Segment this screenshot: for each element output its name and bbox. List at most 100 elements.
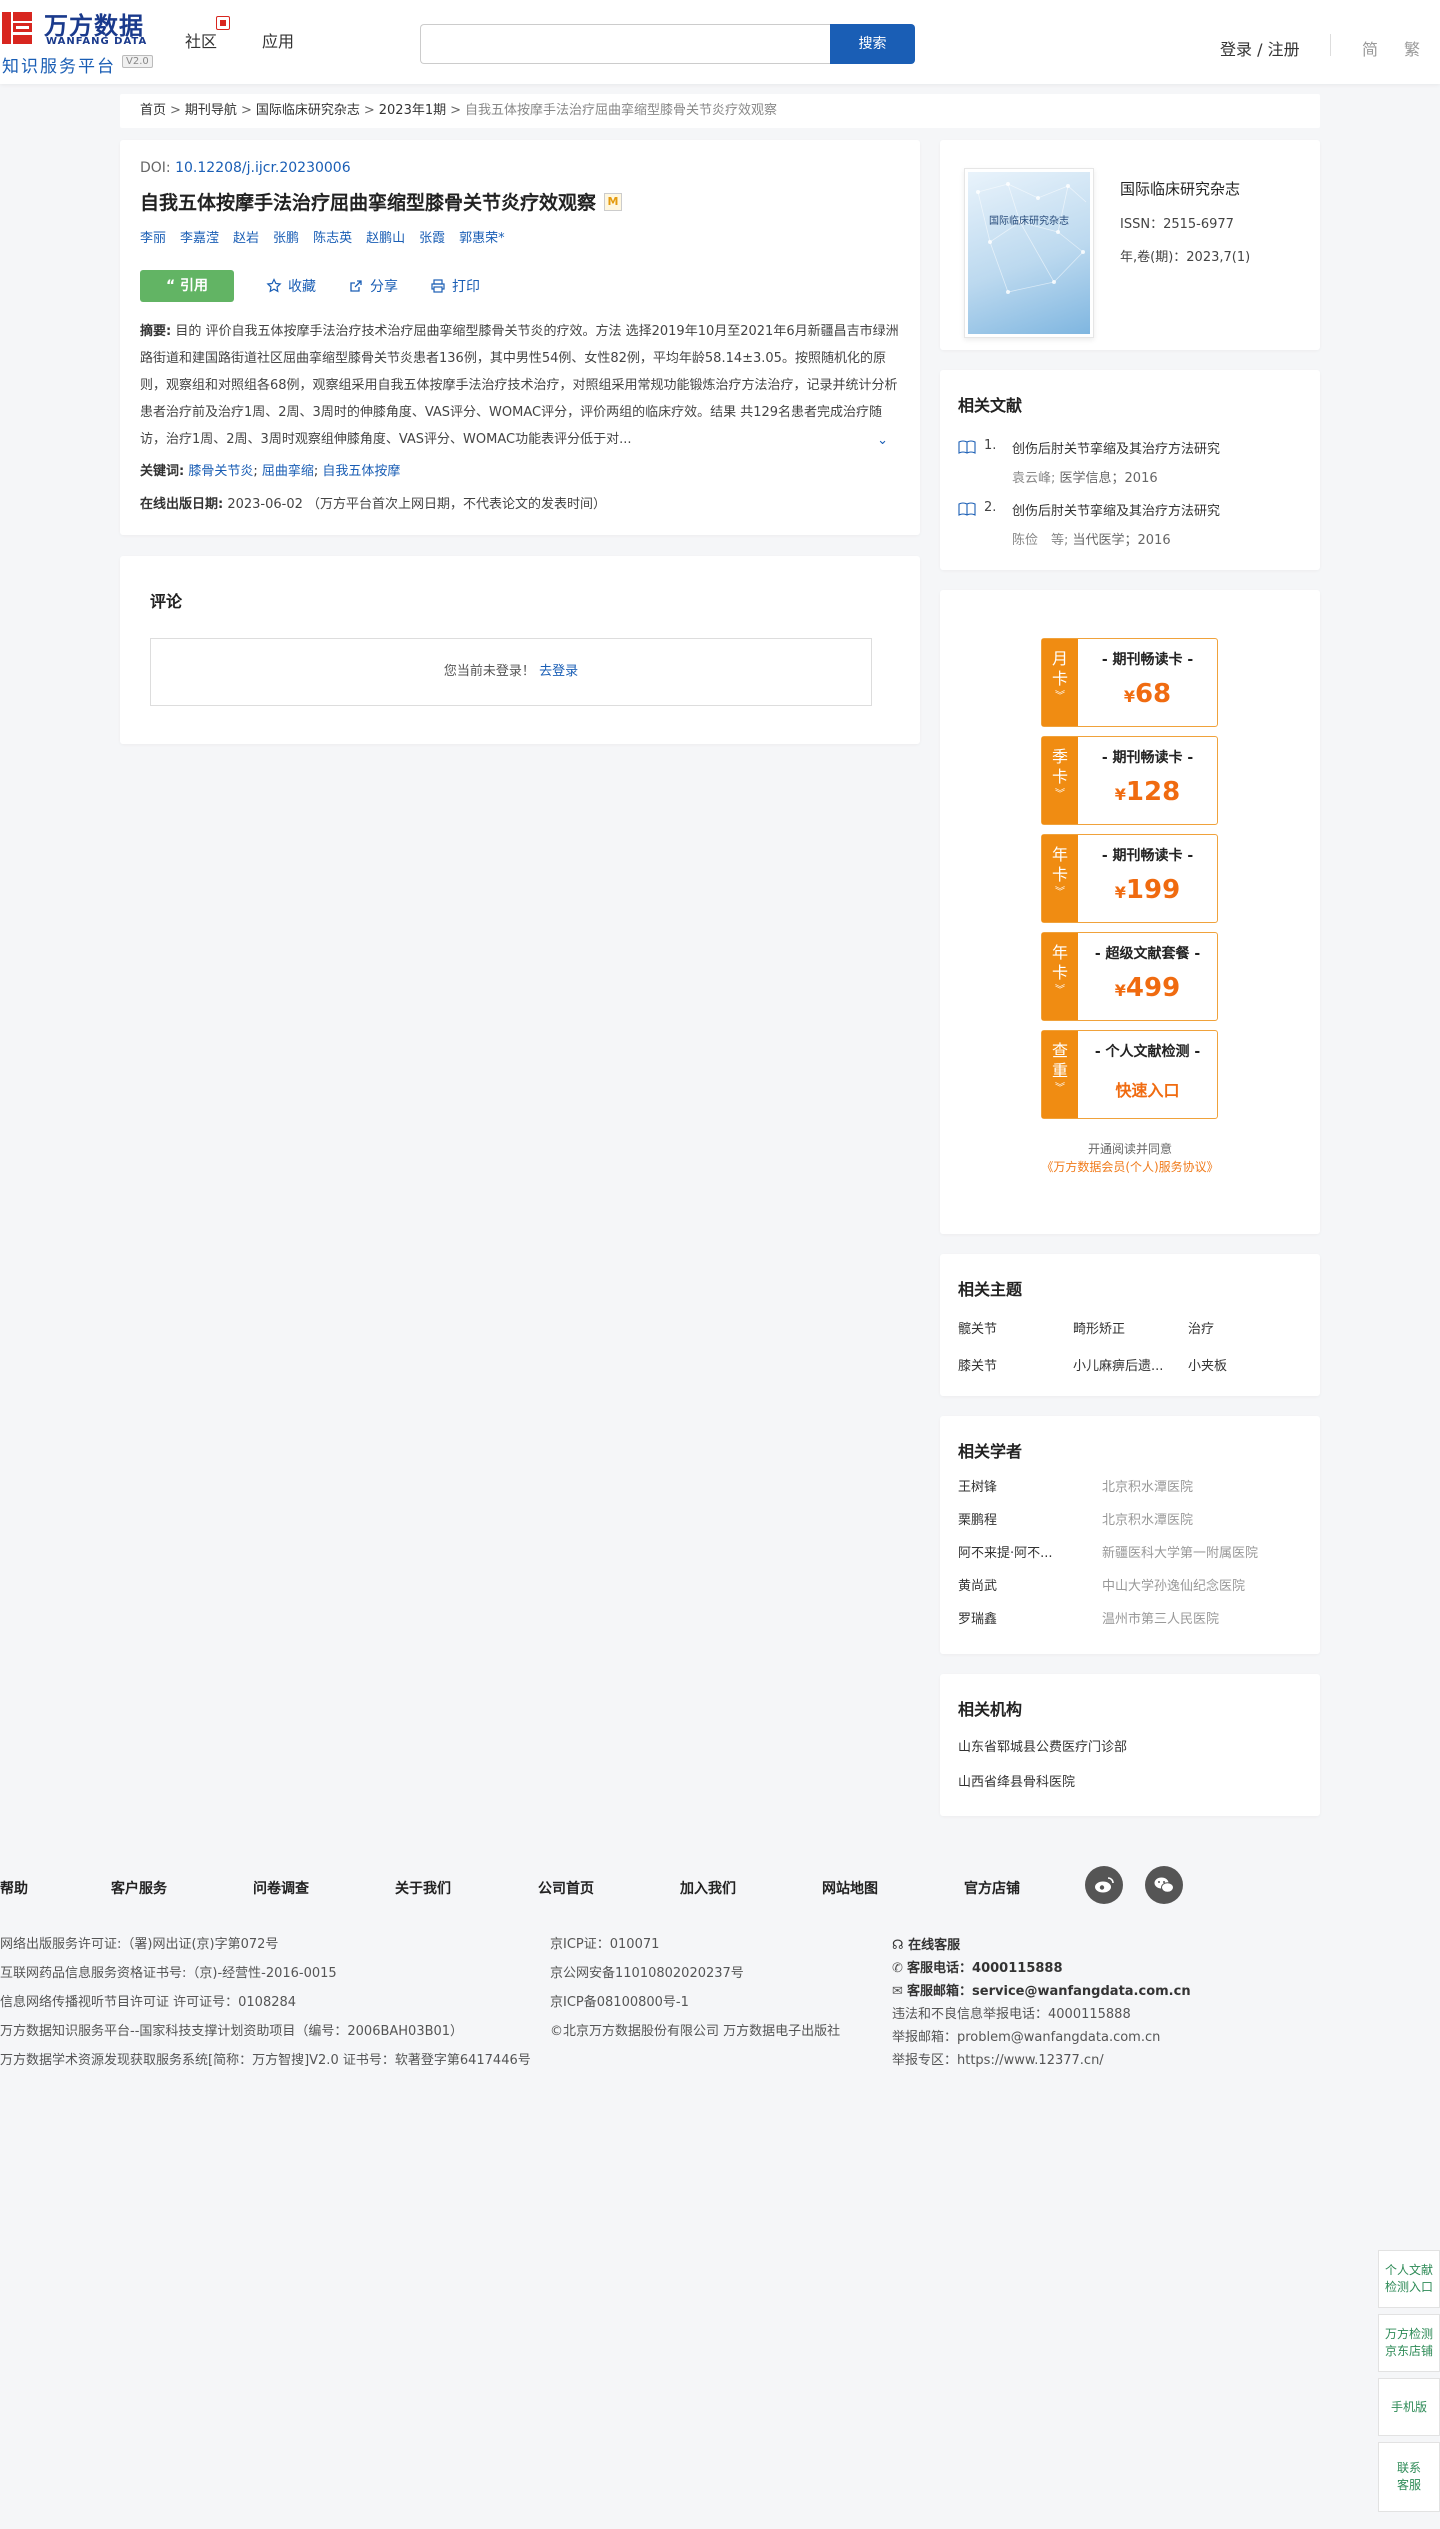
keyword-link[interactable]: 屈曲挛缩 bbox=[262, 464, 314, 479]
footer-link-about[interactable]: 关于我们 bbox=[395, 1878, 451, 1898]
float-mobile[interactable]: 手机版 bbox=[1378, 2378, 1440, 2436]
scholar-org[interactable]: 新疆医科大学第一附属医院 bbox=[1102, 1542, 1258, 1561]
footer-link-company[interactable]: 公司首页 bbox=[538, 1878, 594, 1898]
author-link[interactable]: 赵鹏山 bbox=[366, 227, 405, 246]
email-line: ✉ 客服邮箱：service@wanfangdata.com.cn bbox=[892, 1980, 1191, 2003]
float-personal-check[interactable]: 个人文献检测入口 bbox=[1378, 2250, 1440, 2308]
footer-icp-line[interactable]: 京ICP备08100800号-1 bbox=[550, 1988, 840, 2017]
weibo-icon[interactable] bbox=[1085, 1866, 1123, 1904]
float-jd-store[interactable]: 万方检测京东店铺 bbox=[1378, 2314, 1440, 2372]
related-doc-link[interactable]: 创伤后肘关节挛缩及其治疗方法研究 bbox=[1012, 442, 1220, 457]
price-value: 68 bbox=[1134, 679, 1172, 709]
wanfang-logo[interactable]: 万方数据 WANFANG DATA 知识服务平台 V2.0 bbox=[0, 6, 160, 77]
footer-link-join[interactable]: 加入我们 bbox=[680, 1878, 736, 1898]
topic-link[interactable]: 膝关节 bbox=[958, 1355, 1073, 1374]
author-link[interactable]: 张霞 bbox=[419, 227, 445, 246]
print-button[interactable]: 打印 bbox=[430, 276, 480, 296]
footer-link-help[interactable]: 帮助 bbox=[0, 1878, 28, 1898]
promo-season-card[interactable]: 季卡 ︾ - 期刊畅读卡 - ¥128 bbox=[1041, 736, 1218, 825]
topic-grid: 髋关节 畸形矫正 治疗 膝关节 小儿麻痹后遗... 小夹板 bbox=[958, 1318, 1302, 1374]
breadcrumb-journal-nav[interactable]: 期刊导航 bbox=[185, 103, 237, 118]
wechat-icon[interactable] bbox=[1145, 1866, 1183, 1904]
institution-link[interactable]: 山东省郓城县公费医疗门诊部 bbox=[958, 1736, 1302, 1755]
author-link[interactable]: 张鹏 bbox=[273, 227, 299, 246]
author-link[interactable]: 赵岩 bbox=[233, 227, 259, 246]
price-value: 128 bbox=[1125, 777, 1181, 807]
promo-year-card[interactable]: 年卡 ︾ - 期刊畅读卡 - ¥199 bbox=[1041, 834, 1218, 923]
footer-icp-line[interactable]: 京公网安备11010802020237号 bbox=[550, 1959, 840, 1988]
related-topics-card: 相关主题 髋关节 畸形矫正 治疗 膝关节 小儿麻痹后遗... 小夹板 bbox=[940, 1254, 1320, 1396]
footer-license-column: 网络出版服务许可证:（署)网出证(京)字第072号 互联网药品信息服务资格证书号… bbox=[0, 1930, 531, 2075]
email-value[interactable]: service@wanfangdata.com.cn bbox=[972, 1984, 1191, 1999]
m-badge-icon[interactable]: M bbox=[604, 192, 623, 211]
nav-community[interactable]: 社区 bbox=[185, 28, 217, 52]
author-link[interactable]: 李嘉滢 bbox=[180, 227, 219, 246]
doi-link[interactable]: 10.12208/j.ijcr.20230006 bbox=[175, 160, 351, 176]
topic-link[interactable]: 髋关节 bbox=[958, 1318, 1073, 1337]
search-button[interactable]: 搜索 bbox=[830, 24, 915, 64]
quick-entry-link[interactable]: 快速入口 bbox=[1078, 1077, 1217, 1101]
lang-traditional[interactable]: 繁 bbox=[1404, 36, 1420, 60]
yen-symbol: ¥ bbox=[1114, 981, 1126, 1000]
nav-apps[interactable]: 应用 bbox=[262, 28, 294, 52]
report-zone[interactable]: 举报专区：https://www.12377.cn/ bbox=[892, 2049, 1191, 2072]
scholar-org[interactable]: 北京积水潭医院 bbox=[1102, 1476, 1193, 1495]
go-login-link[interactable]: 去登录 bbox=[539, 664, 578, 679]
breadcrumb-home[interactable]: 首页 bbox=[140, 103, 166, 118]
scholar-name[interactable]: 阿不来提·阿不... bbox=[958, 1542, 1102, 1561]
abstract-text: 目的 评价自我五体按摩手法治疗技术治疗屈曲挛缩型膝骨关节炎的疗效。方法 选择20… bbox=[140, 324, 899, 447]
lang-simplified[interactable]: 简 bbox=[1362, 36, 1378, 60]
doc-number: 1. bbox=[984, 438, 997, 453]
search-input[interactable] bbox=[420, 24, 830, 64]
author-link[interactable]: 陈志英 bbox=[313, 227, 352, 246]
promo-side-label: 季卡 ︾ bbox=[1042, 737, 1078, 824]
footer-link-store[interactable]: 官方店铺 bbox=[964, 1878, 1020, 1898]
scholar-name[interactable]: 罗瑞鑫 bbox=[958, 1608, 1102, 1627]
footer-link-survey[interactable]: 问卷调查 bbox=[253, 1878, 309, 1898]
promo-month-card[interactable]: 月卡 ︾ - 期刊畅读卡 - ¥68 bbox=[1041, 638, 1218, 727]
keyword-link[interactable]: 自我五体按摩 bbox=[322, 464, 400, 479]
logo-subtitle: 知识服务平台 bbox=[2, 57, 116, 77]
not-logged-text: 您当前未登录！ bbox=[443, 664, 535, 679]
cite-button[interactable]: “ 引用 bbox=[140, 270, 234, 302]
share-button[interactable]: 分享 bbox=[348, 276, 398, 296]
online-service-link[interactable]: ☊ 在线客服 bbox=[892, 1934, 1191, 1957]
footer-link-sitemap[interactable]: 网站地图 bbox=[822, 1878, 878, 1898]
breadcrumb-issue[interactable]: 2023年1期 bbox=[379, 103, 446, 118]
scholar-name[interactable]: 栗鹏程 bbox=[958, 1509, 1102, 1528]
scholar-org[interactable]: 中山大学孙逸仙纪念医院 bbox=[1102, 1575, 1245, 1594]
double-chevron-down-icon: ︾ bbox=[1055, 1083, 1065, 1094]
breadcrumb-journal[interactable]: 国际临床研究杂志 bbox=[256, 103, 360, 118]
doc-source: 当代医学；2016 bbox=[1072, 533, 1171, 548]
author-link[interactable]: 郭惠荣* bbox=[459, 227, 505, 246]
promo-super-package-card[interactable]: 年卡 ︾ - 超级文献套餐 - ¥499 bbox=[1041, 932, 1218, 1021]
topic-link[interactable]: 小儿麻痹后遗... bbox=[1073, 1355, 1188, 1374]
journal-cover[interactable]: 国际临床研究杂志 bbox=[964, 168, 1094, 338]
footer-link-customer-service[interactable]: 客户服务 bbox=[111, 1878, 167, 1898]
favorite-button[interactable]: 收藏 bbox=[266, 276, 316, 296]
doc-author[interactable]: 袁云峰; bbox=[1012, 471, 1055, 486]
scholar-name[interactable]: 王树锋 bbox=[958, 1476, 1102, 1495]
institution-link[interactable]: 山西省绛县骨科医院 bbox=[958, 1771, 1302, 1790]
service-agreement-link[interactable]: 《万方数据会员(个人)服务协议》 bbox=[940, 1158, 1320, 1175]
scholar-name[interactable]: 黄尚武 bbox=[958, 1575, 1102, 1594]
promo-plagiarism-check-card[interactable]: 查重 ︾ - 个人文献检测 - 快速入口 bbox=[1041, 1030, 1218, 1119]
login-register-link[interactable]: 登录 / 注册 bbox=[1220, 36, 1300, 60]
topic-link[interactable]: 小夹板 bbox=[1188, 1355, 1303, 1374]
footer-icp-line[interactable]: 京ICP证：010071 bbox=[550, 1930, 840, 1959]
promo-side-label: 月卡 ︾ bbox=[1042, 639, 1078, 726]
float-contact[interactable]: 联系客服 bbox=[1378, 2442, 1440, 2512]
online-service-label: 在线客服 bbox=[908, 1938, 961, 1953]
author-link[interactable]: 李丽 bbox=[140, 227, 166, 246]
scholar-org[interactable]: 温州市第三人民医院 bbox=[1102, 1608, 1219, 1627]
topic-link[interactable]: 治疗 bbox=[1188, 1318, 1303, 1337]
expand-chevron-icon[interactable]: ⌄ bbox=[875, 427, 888, 454]
keyword-link[interactable]: 膝骨关节炎 bbox=[188, 464, 253, 479]
doc-author[interactable]: 陈俭 等; bbox=[1012, 533, 1068, 548]
related-doc-link[interactable]: 创伤后肘关节挛缩及其治疗方法研究 bbox=[1012, 504, 1220, 519]
scholar-org[interactable]: 北京积水潭医院 bbox=[1102, 1509, 1193, 1528]
journal-name[interactable]: 国际临床研究杂志 bbox=[1120, 178, 1250, 199]
journal-info: 国际临床研究杂志 ISSN：2515-6977 年,卷(期)：2023,7(1) bbox=[1120, 178, 1250, 265]
topic-link[interactable]: 畸形矫正 bbox=[1073, 1318, 1188, 1337]
price-value: 199 bbox=[1125, 875, 1181, 905]
